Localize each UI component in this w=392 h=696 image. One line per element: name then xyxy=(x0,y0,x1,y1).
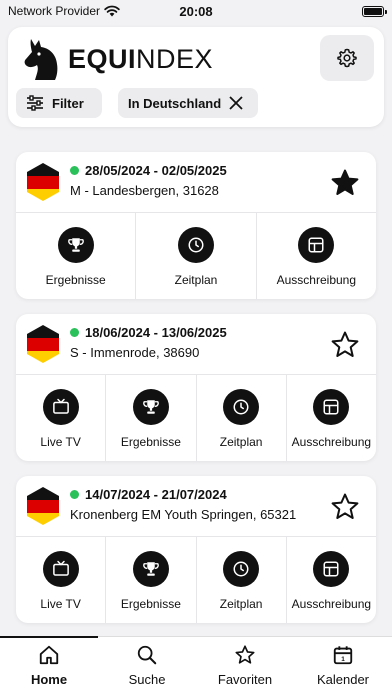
nav-label: Kalender xyxy=(316,672,370,687)
clock-icon xyxy=(223,551,260,587)
star-outline-icon[interactable] xyxy=(330,492,360,522)
logo-bold: EQUI xyxy=(68,43,137,74)
active-status-dot xyxy=(70,166,79,175)
nav-label: Favoriten xyxy=(217,672,273,687)
event-info: 14/07/2024 - 21/07/2024 Kronenberg EM Yo… xyxy=(70,487,296,522)
close-icon[interactable] xyxy=(229,96,243,110)
horse-logo-icon xyxy=(24,39,58,80)
event-date-row: 14/07/2024 - 21/07/2024 xyxy=(70,487,296,502)
action-trophy[interactable]: Ergebnisse xyxy=(16,213,137,299)
action-clock[interactable]: Zeitplan xyxy=(136,213,257,299)
action-label: Zeitplan xyxy=(174,273,218,287)
action-label: Ergebnisse xyxy=(45,273,106,287)
settings-button[interactable] xyxy=(320,35,374,81)
grid-icon xyxy=(313,551,350,587)
status-bar: Network Provider 20:08 xyxy=(0,0,392,22)
search-icon xyxy=(136,644,158,666)
event-card[interactable]: 14/07/2024 - 21/07/2024 Kronenberg EM Yo… xyxy=(16,476,376,623)
filter-button[interactable]: Filter xyxy=(16,88,102,118)
nav-label: Suche xyxy=(128,672,166,687)
action-label: Ausschreibung xyxy=(291,435,372,449)
battery-icon xyxy=(362,5,387,17)
clock-icon xyxy=(177,227,214,263)
action-label: Live TV xyxy=(40,597,81,611)
action-tv[interactable]: Live TV xyxy=(16,375,107,461)
trophy-icon xyxy=(57,227,94,263)
grid-icon xyxy=(298,227,335,263)
action-trophy[interactable]: Ergebnisse xyxy=(106,537,197,623)
action-label: Ausschreibung xyxy=(276,273,357,287)
action-grid[interactable]: Ausschreibung xyxy=(257,213,376,299)
event-dates: 28/05/2024 - 02/05/2025 xyxy=(85,163,227,178)
home-icon xyxy=(38,644,60,666)
event-actions: Ergebnisse Zeitplan Ausschreibung xyxy=(16,213,376,299)
location-chip[interactable]: In Deutschland xyxy=(118,88,258,118)
star-outline-icon[interactable] xyxy=(330,330,360,360)
action-label: Zeitplan xyxy=(219,435,263,449)
sliders-icon xyxy=(27,95,43,111)
action-trophy[interactable]: Ergebnisse xyxy=(106,375,197,461)
nav-label: Home xyxy=(30,672,68,687)
event-header[interactable]: 14/07/2024 - 21/07/2024 Kronenberg EM Yo… xyxy=(16,476,376,537)
nav-item-calendar[interactable]: 1 Kalender xyxy=(294,637,392,696)
location-chip-label: In Deutschland xyxy=(128,95,222,111)
star-filled-icon[interactable] xyxy=(330,168,360,198)
trophy-icon xyxy=(132,551,169,587)
event-date-row: 18/06/2024 - 13/06/2025 xyxy=(70,325,227,340)
action-grid[interactable]: Ausschreibung xyxy=(287,537,376,623)
wifi-icon xyxy=(104,5,120,17)
carrier-label: Network Provider xyxy=(8,4,101,18)
gear-icon xyxy=(337,48,357,68)
event-location: M - Landesbergen, 31628 xyxy=(70,183,219,198)
event-location: Kronenberg EM Youth Springen, 65321 xyxy=(70,507,297,522)
event-card[interactable]: 18/06/2024 - 13/06/2025 S - Immenrode, 3… xyxy=(16,314,376,461)
event-location: S - Immenrode, 38690 xyxy=(70,345,200,360)
event-actions: Live TV Ergebnisse Zeitplan Ausschreibun… xyxy=(16,375,376,461)
action-label: Zeitplan xyxy=(219,597,263,611)
action-label: Live TV xyxy=(40,435,81,449)
logo-thin: NDEX xyxy=(136,43,214,74)
event-dates: 18/06/2024 - 13/06/2025 xyxy=(85,325,227,340)
clock-icon xyxy=(223,389,260,425)
active-status-dot xyxy=(70,328,79,337)
action-clock[interactable]: Zeitplan xyxy=(197,375,287,461)
status-left: Network Provider xyxy=(8,4,120,18)
tv-icon xyxy=(42,389,79,425)
event-actions: Live TV Ergebnisse Zeitplan Ausschreibun… xyxy=(16,537,376,623)
header-card: EQUINDEX Filter In Deutschland xyxy=(8,27,384,127)
event-date-row: 28/05/2024 - 02/05/2025 xyxy=(70,163,227,178)
action-grid[interactable]: Ausschreibung xyxy=(287,375,376,461)
nav-item-home[interactable]: Home xyxy=(0,636,98,696)
logo-wordmark: EQUINDEX xyxy=(68,44,213,75)
bottom-nav: Home Suche Favoriten 1 Kalender xyxy=(0,636,392,696)
star-icon xyxy=(234,644,256,666)
action-label: Ergebnisse xyxy=(120,597,181,611)
germany-flag-icon xyxy=(25,324,61,364)
filter-label: Filter xyxy=(52,95,84,111)
grid-icon xyxy=(313,389,350,425)
trophy-icon xyxy=(132,389,169,425)
calendar-icon: 1 xyxy=(332,644,354,666)
nav-item-search[interactable]: Suche xyxy=(98,637,196,696)
svg-text:1: 1 xyxy=(341,656,345,663)
status-right xyxy=(362,5,387,17)
action-clock[interactable]: Zeitplan xyxy=(197,537,287,623)
nav-item-star[interactable]: Favoriten xyxy=(196,637,294,696)
germany-flag-icon xyxy=(25,486,61,526)
event-dates: 14/07/2024 - 21/07/2024 xyxy=(85,487,227,502)
tv-icon xyxy=(42,551,79,587)
germany-flag-icon xyxy=(25,162,61,202)
action-label: Ausschreibung xyxy=(291,597,372,611)
action-tv[interactable]: Live TV xyxy=(16,537,107,623)
event-card[interactable]: 28/05/2024 - 02/05/2025 M - Landesbergen… xyxy=(16,152,376,299)
event-header[interactable]: 18/06/2024 - 13/06/2025 S - Immenrode, 3… xyxy=(16,314,376,375)
event-header[interactable]: 28/05/2024 - 02/05/2025 M - Landesbergen… xyxy=(16,152,376,213)
event-info: 18/06/2024 - 13/06/2025 S - Immenrode, 3… xyxy=(70,325,227,360)
active-status-dot xyxy=(70,490,79,499)
event-info: 28/05/2024 - 02/05/2025 M - Landesbergen… xyxy=(70,163,227,198)
app-logo: EQUINDEX xyxy=(22,37,213,81)
action-label: Ergebnisse xyxy=(120,435,181,449)
